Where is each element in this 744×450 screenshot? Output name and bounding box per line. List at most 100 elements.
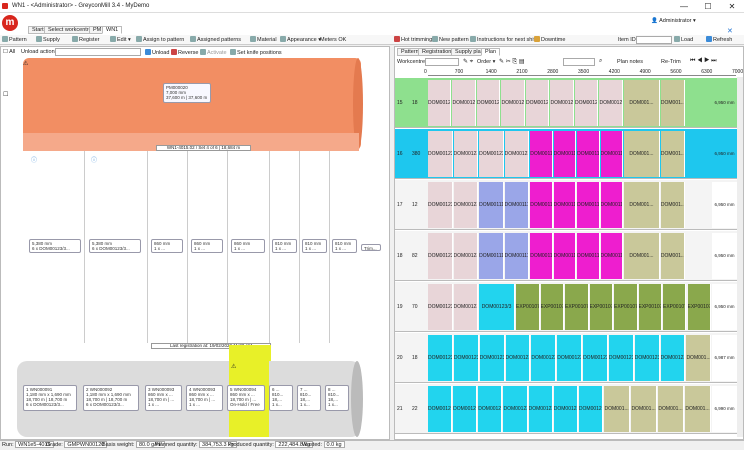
plan-scrollbar[interactable] xyxy=(737,77,743,437)
activate-button[interactable]: Activate xyxy=(200,49,227,57)
plan-cell[interactable]: DOM00123/3 xyxy=(608,335,634,381)
meters-ok-button[interactable]: Meters OK xyxy=(320,36,346,44)
order-button[interactable]: Order ▾ xyxy=(477,59,495,65)
plan-cell[interactable]: DOM00111/1 xyxy=(577,233,600,279)
instructions-button[interactable]: Instructions for next shift xyxy=(470,36,537,44)
plan-cell[interactable]: DOM00123/3 xyxy=(528,386,553,432)
reel-card[interactable]: 6 ... 810... 18,... 1 x... xyxy=(269,385,293,411)
plan-cell[interactable]: DOM00123/3 xyxy=(550,80,574,126)
maximize-button[interactable]: ☐ xyxy=(696,0,720,13)
plan-cell[interactable]: DOM00123/3 xyxy=(478,386,503,432)
plan-cell[interactable]: EXP00107B1/1 xyxy=(614,284,638,330)
plan-cell[interactable]: DOM00123/3 xyxy=(660,335,686,381)
plan-cell[interactable]: DOM00123/3 xyxy=(428,233,453,279)
nav-icons[interactable]: ⏮ ◀ ▶ ⏭ xyxy=(690,58,717,65)
item-id-input[interactable] xyxy=(636,36,672,44)
plan-cell[interactable]: DOM001... xyxy=(660,182,686,228)
reverse-button[interactable]: Reverse xyxy=(171,49,198,57)
reel-card[interactable]: 1 WN000091 1,180 mm x 1,690 mm 18,700 m | … xyxy=(23,385,77,411)
plan-cell[interactable]: DOM00123/3 xyxy=(452,80,476,126)
minimize-button[interactable]: — xyxy=(672,0,696,13)
assign-to-pattern-button[interactable]: Assign to pattern xyxy=(136,36,184,44)
plan-cell[interactable]: DOM00111/1 xyxy=(530,182,553,228)
downtime-button[interactable]: Downtime xyxy=(534,36,565,44)
plan-cell[interactable]: DOM00123/3 xyxy=(501,80,525,126)
refresh-button[interactable]: Refresh xyxy=(706,36,732,44)
plan-cell[interactable]: DOM001... xyxy=(685,386,711,432)
hot-trimming-button[interactable]: Hot trimming xyxy=(394,36,432,44)
plan-cell[interactable]: DOM00123/3 xyxy=(453,131,479,177)
user-menu[interactable]: 👤 Administrator ▾ xyxy=(651,18,696,24)
supply-button[interactable]: Supply xyxy=(36,36,60,44)
plan-cell[interactable]: DOM001... xyxy=(623,80,660,126)
plan-cell[interactable]: DOM00111/1 xyxy=(504,233,530,279)
plan-cell[interactable]: DOM001... xyxy=(660,233,686,279)
slit-card[interactable]: 810 mm 1 x ... xyxy=(302,239,327,253)
plan-cell[interactable]: DOM00123/3 xyxy=(479,335,505,381)
plan-cell[interactable]: DOM001... xyxy=(631,386,658,432)
search-icon[interactable]: ⌕ xyxy=(599,58,602,65)
reel-card[interactable]: 8 ... 810... 18,... 1 x... xyxy=(325,385,349,411)
parent-roll-card[interactable]: PM000020 7,000 mm 37,600 m | 37,600 m xyxy=(163,83,211,103)
plan-cell[interactable]: DOM001... xyxy=(686,335,711,381)
plan-cell[interactable]: EXP00107B1/1 xyxy=(687,284,711,330)
plan-cell[interactable]: EXP00107B1/1 xyxy=(540,284,565,330)
plan-cell[interactable]: DOM00123/3 xyxy=(525,80,550,126)
tab-wn1[interactable]: WN1 xyxy=(102,26,123,34)
unload-action-select[interactable] xyxy=(55,48,141,56)
zoom-select[interactable] xyxy=(563,58,595,66)
subtab-plan[interactable]: Plan xyxy=(481,48,501,56)
close-tab-icon[interactable]: ✕ xyxy=(727,27,733,35)
appearance-button[interactable]: Appearance ▾ xyxy=(280,36,321,44)
unload-button[interactable]: Unload xyxy=(145,49,169,57)
slit-card[interactable]: 810 mm 1 x ... xyxy=(272,239,297,253)
plan-cell[interactable]: DOM00123/3 xyxy=(599,80,623,126)
plan-cell[interactable]: DOM00123/3 xyxy=(557,335,583,381)
plan-cell[interactable]: DOM00123/3 xyxy=(453,182,479,228)
plan-cell[interactable]: DOM00111/1 xyxy=(577,131,600,177)
tool-icons[interactable]: ✎ ⌖ xyxy=(463,58,473,66)
slit-card[interactable]: 860 mm 1 x ... xyxy=(191,239,223,253)
plan-cell[interactable]: DOM00111/1 xyxy=(504,182,530,228)
plan-cell[interactable]: EXP00107B1/1 xyxy=(565,284,589,330)
plan-cell[interactable]: DOM00123/3 xyxy=(428,182,453,228)
load-button[interactable]: Load xyxy=(674,36,693,44)
assigned-patterns-button[interactable]: Assigned patterns xyxy=(190,36,241,44)
plan-cell[interactable]: DOM00111/1 xyxy=(600,233,623,279)
plan-cell[interactable]: DOM00123/3 xyxy=(428,284,453,330)
plan-cell[interactable]: DOM00111/1 xyxy=(530,131,553,177)
re-trim-button[interactable]: Re-Trim xyxy=(661,59,681,65)
plan-cell[interactable]: DOM00111/1 xyxy=(577,182,600,228)
row-checkbox[interactable]: ☐ xyxy=(3,91,8,98)
plan-cell[interactable]: DOM00123/3 xyxy=(574,80,599,126)
plan-cell[interactable]: DOM00123/3 xyxy=(428,80,452,126)
close-button[interactable]: ✕ xyxy=(720,0,744,13)
plan-cell[interactable]: DOM001... xyxy=(604,386,631,432)
plan-cell[interactable]: DOM00123/3 xyxy=(504,131,530,177)
plan-cell[interactable]: DOM001... xyxy=(658,386,684,432)
set-knife-positions-button[interactable]: Set knife positions xyxy=(230,49,282,57)
plan-cell[interactable]: DOM00123/3 xyxy=(453,284,479,330)
plan-cell[interactable]: DOM00123/3 xyxy=(503,386,528,432)
plan-cell[interactable]: DOM00123/3 xyxy=(479,284,516,330)
reel-card[interactable]: 2 WN000092 1,180 mm x 1,690 mm 18,700 m | … xyxy=(83,385,139,411)
plan-cell[interactable]: DOM00123/3 xyxy=(428,335,453,381)
material-button[interactable]: Material xyxy=(250,36,277,44)
slit-card[interactable]: 860 mm 1 x ... xyxy=(231,239,265,253)
edit-button[interactable]: Edit ▾ xyxy=(110,36,131,44)
all-checkbox[interactable]: ☐ All xyxy=(3,49,15,55)
plan-cell[interactable]: DOM00111/1 xyxy=(600,131,623,177)
tab-select-workcentre[interactable]: Select workcentre xyxy=(44,26,96,34)
workcentre-select[interactable] xyxy=(425,58,459,66)
register-button[interactable]: Register xyxy=(72,36,99,44)
plan-cell[interactable]: DOM001... xyxy=(660,131,686,177)
slit-card[interactable]: 5,380 mm 6 x DOM00123/3... xyxy=(29,239,81,253)
reel-card[interactable]: 3 WN000093 860 mm x ... 18,700 m | ... 1 x … xyxy=(145,385,182,411)
plan-cell[interactable]: DOM00123/3 xyxy=(634,335,660,381)
slit-card[interactable]: 5,380 mm 6 x DOM00123/3... xyxy=(89,239,141,253)
plan-cell[interactable]: DOM00111/1 xyxy=(553,182,577,228)
plan-cell[interactable]: EXP00107B1/1 xyxy=(663,284,687,330)
plan-cell[interactable]: DOM001... xyxy=(660,80,686,126)
plan-cell[interactable]: DOM00123/3 xyxy=(479,131,504,177)
plan-cell[interactable]: DOM00123/3 xyxy=(505,335,531,381)
